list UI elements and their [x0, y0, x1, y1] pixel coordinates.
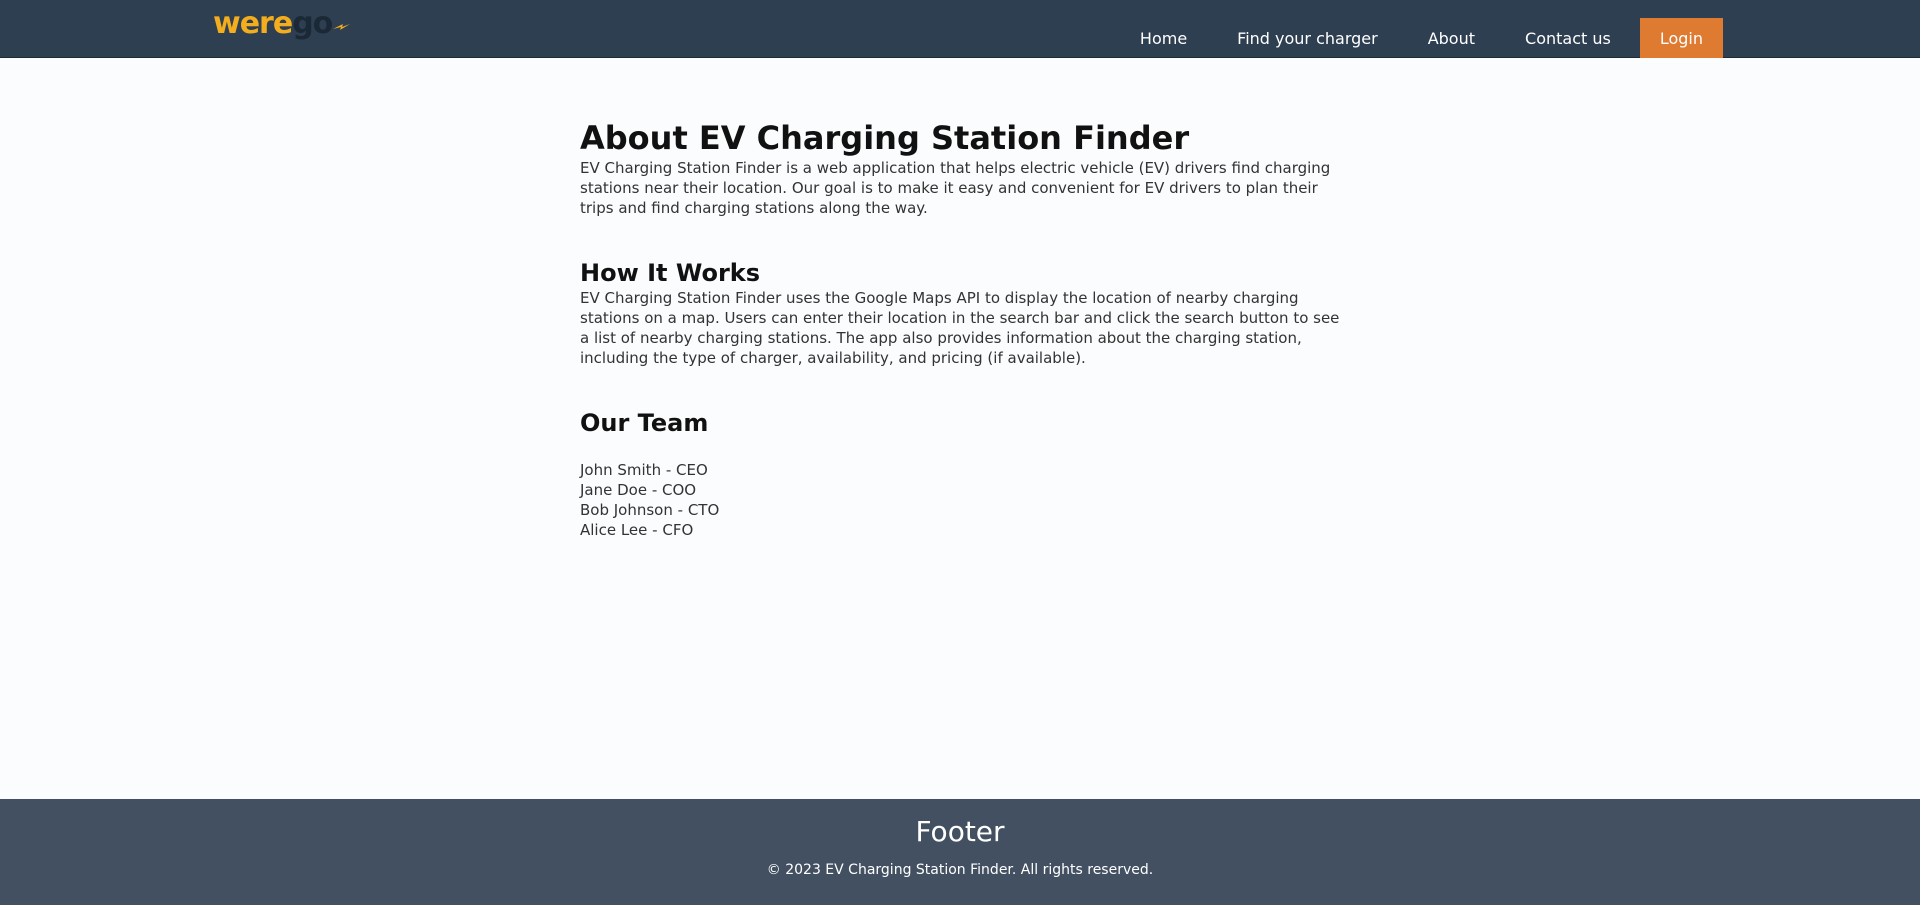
about-text: EV Charging Station Finder is a web appl…	[580, 159, 1331, 217]
about-section: About EV Charging Station Finder EV Char…	[580, 118, 1340, 218]
team-title: Our Team	[580, 409, 709, 437]
nav-link-home[interactable]: Home	[1115, 18, 1212, 58]
plug-icon	[333, 24, 351, 30]
team-member: Jane Doe - COO	[580, 481, 697, 499]
logo-text-go: go	[292, 6, 333, 41]
nav-link-find-charger[interactable]: Find your charger	[1212, 18, 1403, 58]
team-list: John Smith - CEO Jane Doe - COO Bob John…	[580, 460, 1340, 540]
login-button[interactable]: Login	[1639, 18, 1723, 58]
team-member: John Smith - CEO	[580, 461, 708, 479]
how-it-works-section: How It Works EV Charging Station Finder …	[580, 258, 1340, 368]
footer: Footer © 2023 EV Charging Station Finder…	[0, 799, 1920, 905]
page-title: About EV Charging Station Finder	[580, 119, 1190, 157]
team-section: Our Team John Smith - CEO Jane Doe - COO…	[580, 408, 1340, 540]
nav-link-contact[interactable]: Contact us	[1500, 18, 1636, 58]
main-content: About EV Charging Station Finder EV Char…	[580, 118, 1340, 540]
navbar: were go Home Find your charger About Con…	[0, 0, 1920, 58]
team-member: Bob Johnson - CTO	[580, 501, 720, 519]
how-it-works-title: How It Works	[580, 259, 761, 287]
logo[interactable]: were go	[213, 4, 352, 44]
main-nav: Home Find your charger About Contact us …	[1115, 18, 1723, 58]
footer-title: Footer	[915, 815, 1005, 848]
nav-link-about[interactable]: About	[1403, 18, 1500, 58]
logo-text-were: were	[213, 6, 293, 41]
how-it-works-text: EV Charging Station Finder uses the Goog…	[580, 289, 1340, 367]
footer-copyright: © 2023 EV Charging Station Finder. All r…	[766, 862, 1154, 878]
team-member: Alice Lee - CFO	[580, 521, 694, 539]
